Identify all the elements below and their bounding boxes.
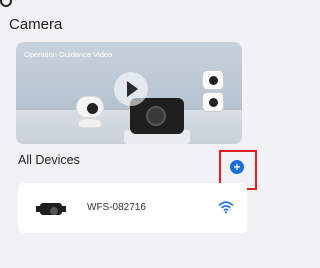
page-title: Camera bbox=[9, 16, 63, 33]
add-device-button[interactable]: + bbox=[230, 160, 244, 174]
dome-camera-image bbox=[74, 96, 106, 130]
device-name: WFS-082716 bbox=[87, 202, 146, 213]
guidance-video-banner[interactable]: Operation Guidance Video bbox=[16, 42, 242, 144]
wifi-icon bbox=[218, 201, 234, 214]
banner-caption: Operation Guidance Video bbox=[24, 50, 113, 59]
camera-thumbnail-icon bbox=[36, 201, 66, 217]
plus-icon: + bbox=[233, 160, 241, 174]
status-icon bbox=[0, 0, 12, 7]
dual-camera-image bbox=[202, 70, 224, 118]
all-devices-title: All Devices bbox=[18, 153, 80, 167]
status-bar bbox=[0, 0, 258, 10]
device-card[interactable]: WFS-082716 bbox=[18, 183, 247, 233]
play-icon[interactable] bbox=[114, 72, 148, 106]
